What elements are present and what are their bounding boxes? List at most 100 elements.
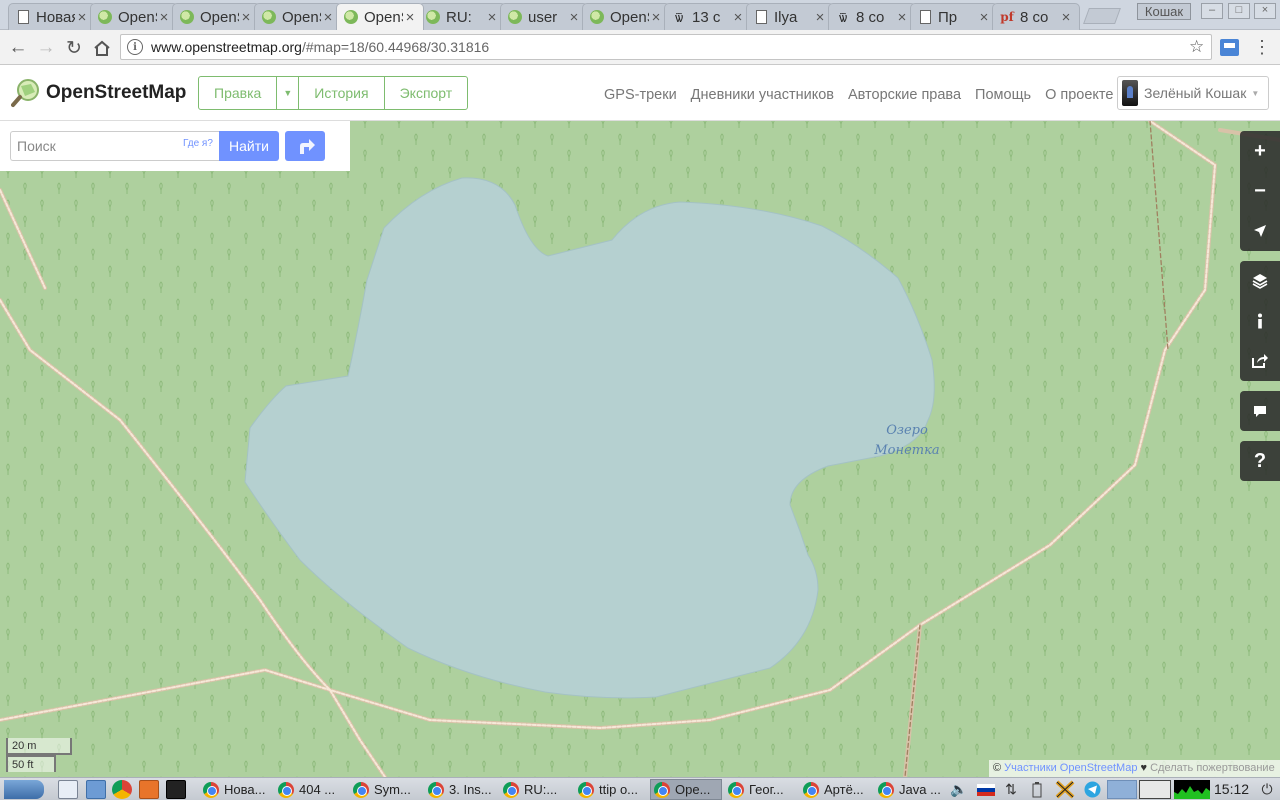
volume-icon[interactable]: 🔈: [948, 780, 970, 799]
where-am-i-link[interactable]: Где я?: [183, 138, 213, 149]
search-submit-button[interactable]: Найти: [219, 131, 279, 161]
telegram-icon[interactable]: [1082, 780, 1102, 799]
chrome-launcher-icon[interactable]: [112, 780, 132, 799]
taskbar-task[interactable]: Sym...: [350, 779, 422, 800]
back-button[interactable]: ←: [5, 35, 31, 61]
taskbar-task[interactable]: RU:...: [500, 779, 572, 800]
nav-copyright[interactable]: Авторские права: [848, 87, 961, 103]
close-tab-icon[interactable]: ×: [239, 9, 253, 26]
taskbar-task[interactable]: 404 ...: [275, 779, 347, 800]
show-desktop-icon[interactable]: [58, 780, 78, 799]
minimize-window-button[interactable]: –: [1201, 3, 1223, 19]
close-tab-icon[interactable]: ×: [731, 9, 745, 26]
directions-button[interactable]: [285, 131, 325, 161]
close-tab-icon[interactable]: ×: [321, 9, 335, 26]
chrome-icon: [578, 781, 594, 798]
network-icon[interactable]: ⇅: [1001, 780, 1021, 799]
attribution-link[interactable]: Участники OpenStreetMap: [1004, 762, 1137, 774]
close-tab-icon[interactable]: ×: [895, 9, 909, 26]
share-button[interactable]: [1240, 341, 1280, 381]
browser-tab[interactable]: OpenStreetMap×: [90, 3, 178, 30]
address-bar[interactable]: i www.openstreetmap.org/#map=18/60.44968…: [120, 34, 1212, 60]
close-tab-icon[interactable]: ×: [567, 9, 581, 26]
browser-tab-title: RU:: [446, 8, 472, 26]
new-tab-button[interactable]: [1083, 8, 1121, 24]
browser-tab[interactable]: RU: ×: [418, 3, 506, 30]
battery-icon[interactable]: [1028, 780, 1046, 799]
reload-button[interactable]: ↻: [61, 35, 87, 61]
edit-button[interactable]: Правка: [199, 77, 276, 109]
taskbar-task[interactable]: ttip o...: [575, 779, 647, 800]
browser-tab[interactable]: pf 8 co ×: [992, 3, 1080, 30]
browser-tab[interactable]: user ×: [500, 3, 588, 30]
workspace-1[interactable]: [1107, 780, 1137, 799]
file-manager-icon[interactable]: [86, 780, 106, 799]
user-menu-button[interactable]: Зелёный Кошак ▼: [1117, 76, 1269, 110]
chrome-icon: [803, 781, 819, 798]
search-input[interactable]: [11, 132, 181, 160]
locate-button[interactable]: [1240, 211, 1280, 251]
browser-tab[interactable]: ѿ 13 c ×: [664, 3, 752, 30]
export-button[interactable]: Экспорт: [383, 77, 468, 109]
browser-tab-title: OpenStreetMap: [118, 8, 157, 26]
workspace-2[interactable]: [1139, 780, 1171, 799]
browser-tab[interactable]: ѿ 8 co ×: [828, 3, 916, 30]
browser-tab[interactable]: OpenStreetMap×: [254, 3, 342, 30]
history-button[interactable]: История: [298, 77, 383, 109]
browser-tab-title: OpenStreetMap: [610, 8, 649, 26]
close-tab-icon[interactable]: ×: [75, 9, 89, 26]
start-menu-button[interactable]: [4, 780, 44, 799]
zoom-in-button[interactable]: +: [1240, 131, 1280, 171]
taskbar-task[interactable]: 3. Ins...: [425, 779, 497, 800]
share-icon: [1252, 354, 1268, 368]
browser-tab[interactable]: Новая вкладка×: [8, 3, 96, 30]
browser-tab[interactable]: OpenStreetMap×: [336, 3, 424, 30]
browser-tab[interactable]: OpenStreetMap×: [172, 3, 260, 30]
map-canvas[interactable]: [0, 121, 1280, 777]
nav-user-diaries[interactable]: Дневники участников: [691, 87, 834, 103]
help-button[interactable]: ?: [1240, 441, 1280, 481]
nav-gps-traces[interactable]: GPS-треки: [604, 87, 677, 103]
nav-about[interactable]: О проекте: [1045, 87, 1113, 103]
firefox-launcher-icon[interactable]: [139, 780, 159, 799]
taskbar-task-label: 404 ...: [299, 782, 336, 797]
nav-help[interactable]: Помощь: [975, 87, 1031, 103]
browser-profile-button[interactable]: Кошак: [1137, 3, 1191, 20]
close-tab-icon[interactable]: ×: [813, 9, 827, 26]
forward-button[interactable]: →: [33, 35, 59, 61]
donate-link[interactable]: Сделать пожертвование: [1150, 762, 1275, 774]
layers-button[interactable]: [1240, 261, 1280, 301]
russian-flag-icon[interactable]: [975, 780, 997, 799]
tools-icon[interactable]: [1053, 780, 1077, 799]
taskbar-task[interactable]: Артё...: [800, 779, 872, 800]
lake-label-line1: Озеро: [886, 423, 928, 438]
browser-tab[interactable]: OpenStreetMap×: [582, 3, 670, 30]
home-button[interactable]: [89, 35, 115, 61]
taskbar-task[interactable]: Геог...: [725, 779, 797, 800]
add-note-button[interactable]: [1240, 391, 1280, 431]
close-window-button[interactable]: ×: [1254, 3, 1276, 19]
close-tab-icon[interactable]: ×: [649, 9, 663, 26]
bookmark-star-icon[interactable]: ☆: [1189, 37, 1211, 57]
taskbar-task[interactable]: Java ...: [875, 779, 947, 800]
close-tab-icon[interactable]: ×: [1059, 9, 1073, 26]
edit-dropdown-button[interactable]: ▼: [276, 77, 298, 109]
power-icon[interactable]: ⏻: [1258, 780, 1276, 799]
site-info-icon[interactable]: i: [127, 39, 143, 55]
close-tab-icon[interactable]: ×: [485, 9, 499, 26]
extension-icon[interactable]: [1220, 39, 1239, 56]
browser-tab[interactable]: Ilya ×: [746, 3, 834, 30]
maximize-window-button[interactable]: □: [1228, 3, 1250, 19]
taskbar-task[interactable]: Нова...: [200, 779, 272, 800]
terminal-launcher-icon[interactable]: [166, 780, 186, 799]
browser-menu-icon[interactable]: ⋮: [1253, 37, 1271, 59]
scale-imperial: 50 ft: [6, 755, 56, 772]
osm-logo[interactable]: OpenStreetMap: [11, 78, 186, 108]
zoom-out-button[interactable]: −: [1240, 171, 1280, 211]
close-tab-icon[interactable]: ×: [157, 9, 171, 26]
browser-tab[interactable]: Пр ×: [910, 3, 998, 30]
close-tab-icon[interactable]: ×: [977, 9, 991, 26]
map-key-button[interactable]: [1240, 301, 1280, 341]
close-tab-icon[interactable]: ×: [403, 9, 417, 26]
taskbar-task[interactable]: Ope...: [650, 779, 722, 800]
